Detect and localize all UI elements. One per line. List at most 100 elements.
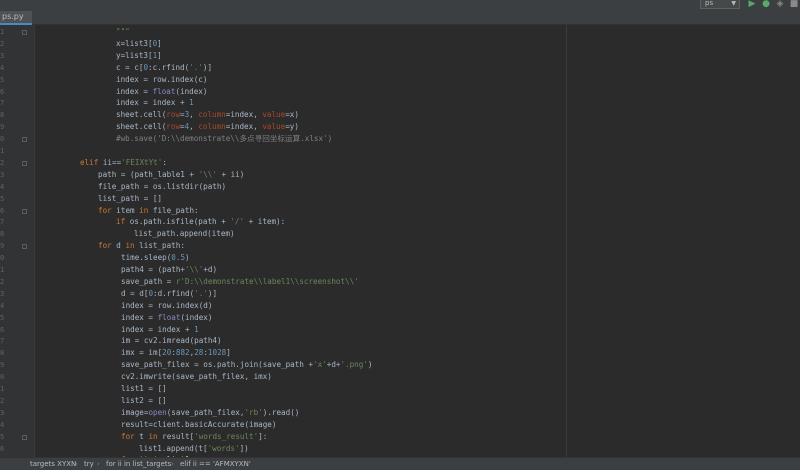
code-token: list2 = [] <box>121 395 167 405</box>
code-token: file_path: <box>152 205 199 215</box>
file-tab-ps-py[interactable]: ps.py <box>0 11 32 25</box>
code-line[interactable]: y=list3[1] <box>116 50 162 62</box>
code-line[interactable]: for item in file_path: <box>98 205 199 217</box>
breadcrumb-item[interactable]: for ii in list_targets <box>106 458 171 470</box>
line-number: 2 <box>0 277 5 286</box>
code-token: float <box>152 86 176 96</box>
line-number: 2 <box>0 396 5 405</box>
code-line[interactable]: sheet.cell(row=3, column=index, value=x) <box>116 109 299 121</box>
code-line[interactable]: for t in result['words_result']: <box>121 431 267 443</box>
coverage-icon[interactable]: ◈ <box>775 0 785 9</box>
code-token: sheet.cell( <box>116 110 167 120</box>
code-line[interactable]: sheet.cell(row=4, column=index, value=y) <box>116 121 299 133</box>
chevron-down-icon: ▼ <box>731 0 736 7</box>
code-token: in <box>139 205 153 215</box>
code-token: +d+ <box>326 360 341 370</box>
line-number: 0 <box>0 254 5 263</box>
code-line[interactable]: list_path.append(item) <box>134 228 235 240</box>
line-number: 4 <box>0 63 5 72</box>
run-configuration-select[interactable]: ps ▼ <box>700 0 740 9</box>
code-token: row <box>166 122 181 132</box>
fold-marker-icon[interactable] <box>22 434 27 440</box>
code-line[interactable]: cv2.imwrite(save_path_filex, imx) <box>121 371 272 383</box>
code-token: ) <box>367 360 373 370</box>
code-line[interactable]: file_path = os.listdir(path) <box>98 181 226 193</box>
breadcrumb-item[interactable]: try <box>84 458 94 470</box>
code-line[interactable]: path = (path_lable1 + '\\' + ii) <box>98 169 244 181</box>
code-token: :c.rfind( <box>148 62 190 72</box>
code-token: index = index + <box>116 98 190 108</box>
fold-marker-icon[interactable] <box>22 244 27 250</box>
line-number: 9 <box>0 123 5 132</box>
code-token: (save_path_filex, <box>166 407 245 417</box>
code-line[interactable]: list1.append(t['words']) <box>139 443 249 455</box>
code-line[interactable]: if os.path.isfile(path + '/' + item): <box>116 216 285 228</box>
code-line[interactable]: """ <box>116 26 130 38</box>
code-line[interactable]: index = float(index) <box>121 312 212 324</box>
code-token: ] <box>157 50 162 60</box>
code-token: in <box>148 431 163 441</box>
debug-icon[interactable]: ● <box>761 0 771 9</box>
code-line[interactable]: elif ii=='FEIXtYt': <box>80 157 167 169</box>
code-token: for <box>121 431 140 441</box>
breadcrumb: targets XYXN › try › for ii in list_targets ›… <box>0 457 800 470</box>
code-line[interactable]: image=open(save_path_filex,'rb').read() <box>121 407 299 419</box>
code-token: index = index + <box>121 324 195 334</box>
code-line[interactable]: imx = im[20:882,28:1028] <box>121 347 231 359</box>
code-line[interactable]: for d in list_path: <box>98 240 185 252</box>
code-token: )] <box>207 288 218 298</box>
code-token: sheet.cell( <box>116 122 167 132</box>
code-line[interactable]: index = float(index) <box>116 86 207 98</box>
line-number: 3 <box>0 408 5 417</box>
fold-marker-icon[interactable] <box>22 208 27 214</box>
line-number: 6 <box>0 444 5 453</box>
code-token: ]) <box>239 443 249 453</box>
line-number: 3 <box>0 170 5 179</box>
breadcrumb-item[interactable]: targets XYXN <box>30 458 76 470</box>
code-line[interactable]: list2 = [] <box>121 395 167 407</box>
code-token: imx = im[ <box>121 348 163 358</box>
code-line[interactable]: index = row.index(d) <box>121 300 212 312</box>
code-line[interactable]: save_path = r'D:\\demonstrate\\label1\\s… <box>121 276 359 288</box>
code-line[interactable]: time.sleep(0.5) <box>121 252 190 264</box>
code-line[interactable]: result=client.basicAccurate(image) <box>121 419 276 431</box>
line-number-gutter[interactable]: 1 2 3 4 5 6 7 8 9 0 1 2 3 4 5 6 7 8 9 0 1 2 3 4 5 6 7 8 9 0 1 2 3 4 5 6 <box>0 25 35 457</box>
line-number: 2 <box>0 39 5 48</box>
code-editor[interactable]: """ x=list3[0] y=list3[1] c = c[0:c.rfind('… <box>36 25 800 457</box>
code-token: '\\' <box>198 169 217 179</box>
code-token: '.png' <box>340 360 368 370</box>
stop-icon[interactable]: ■ <box>789 0 799 9</box>
code-line[interactable]: list_path = [] <box>98 193 162 205</box>
breadcrumb-item[interactable]: elif ii == 'AFMXYXN' <box>180 458 251 470</box>
fold-marker-icon[interactable] <box>22 30 27 35</box>
line-number: 4 <box>0 182 5 191</box>
code-token: os.path.isfile(path + <box>129 217 231 227</box>
fold-marker-icon[interactable] <box>22 137 27 143</box>
line-number: 9 <box>0 242 5 251</box>
code-token: ii== <box>102 157 122 167</box>
run-icon[interactable]: ▶ <box>747 0 757 9</box>
code-line[interactable]: #wb.save('D:\\demonstrate\\多点寻回坐标运算.xlsx… <box>116 133 332 145</box>
code-line[interactable]: index = index + 1 <box>116 97 194 109</box>
line-number: 1 <box>0 385 5 393</box>
line-number: 4 <box>0 420 5 429</box>
code-line[interactable]: x=list3[0] <box>116 38 162 50</box>
file-tab-label: ps.py <box>2 12 24 21</box>
line-number: 8 <box>0 349 5 358</box>
code-token: + item): <box>244 217 286 227</box>
code-token: row <box>166 110 181 120</box>
line-number: 9 <box>0 361 5 370</box>
code-token: list1.append(t[ <box>139 443 208 453</box>
code-line[interactable]: c = c[0:c.rfind('.')] <box>116 62 212 74</box>
code-line[interactable]: d = d[0:d.rfind('.')] <box>121 288 217 300</box>
line-number: 3 <box>0 289 5 298</box>
code-line[interactable]: im = cv2.imread(path4) <box>121 335 222 347</box>
code-line[interactable]: index = row.index(c) <box>116 74 207 86</box>
code-line[interactable]: path4 = (path+'\\'+d) <box>121 264 217 276</box>
code-line[interactable]: save_path_filex = os.path.join(save_path… <box>121 359 372 371</box>
code-token: +d) <box>203 265 218 274</box>
fold-marker-icon[interactable] <box>22 160 27 166</box>
code-line[interactable]: list1 = [] <box>121 383 167 395</box>
code-token: for <box>98 205 117 215</box>
code-line[interactable]: index = index + 1 <box>121 324 199 336</box>
